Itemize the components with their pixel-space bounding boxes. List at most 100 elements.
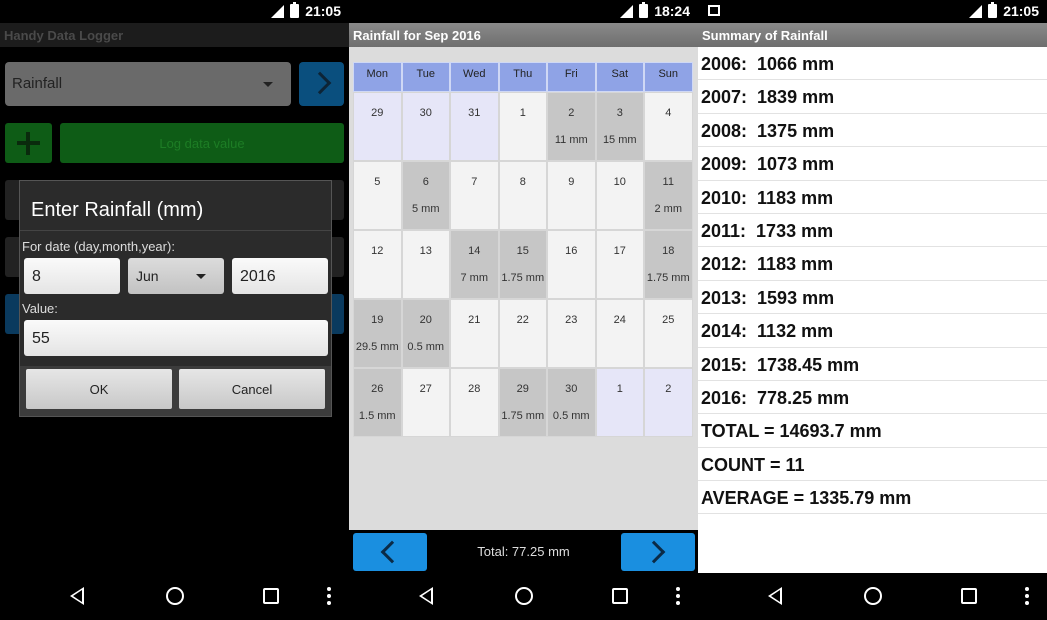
status-time: 21:05 [1003, 3, 1039, 19]
summary-row: 2009: 1073 mm [698, 147, 1047, 181]
image-notification-icon [708, 5, 720, 16]
signal-icon [271, 4, 285, 18]
calendar-day[interactable]: 3 15 mm [595, 92, 644, 161]
back-icon[interactable] [768, 587, 782, 605]
day-number: 12 [371, 245, 384, 257]
calendar-day[interactable]: 23 [547, 299, 596, 368]
calendar-day[interactable]: 25 [644, 299, 693, 368]
day-number: 15 [516, 245, 529, 257]
home-icon[interactable] [864, 587, 882, 605]
calendar-day[interactable]: 10 [595, 161, 644, 230]
month-dropdown[interactable]: Jun [128, 258, 224, 294]
calendar-day[interactable]: 31 [450, 92, 499, 161]
calendar-day[interactable]: 2 [644, 368, 693, 437]
calendar-day[interactable]: 29 [353, 92, 402, 161]
day-number: 7 [471, 176, 478, 188]
home-icon[interactable] [515, 587, 533, 605]
screen-summary: 21:05 Summary of Rainfall 2006: 1066 mm 2… [698, 0, 1047, 620]
calendar-day[interactable]: 30 [401, 92, 450, 161]
calendar-day[interactable]: 1 [498, 92, 547, 161]
calendar-day[interactable]: 29 1.75 mm [498, 368, 547, 437]
day-rainfall: 15 mm [602, 134, 637, 146]
cancel-button[interactable]: Cancel [179, 369, 325, 409]
calendar-day[interactable]: 9 [547, 161, 596, 230]
calendar-day[interactable]: 14 7 mm [450, 230, 499, 299]
calendar-day[interactable]: 30 0.5 mm [547, 368, 596, 437]
next-month-button[interactable] [621, 533, 695, 571]
calendar-day[interactable]: 1 [595, 368, 644, 437]
calendar-day[interactable]: 8 [498, 161, 547, 230]
app-title: Handy Data Logger [0, 23, 349, 47]
status-time: 21:05 [305, 3, 341, 19]
calendar-week: 19 29.5 mm 20 0.5 mm 21 22 23 24 25 [353, 299, 693, 368]
calendar-day[interactable]: 22 [498, 299, 547, 368]
calendar-day[interactable]: 19 29.5 mm [353, 299, 402, 368]
summary-row: COUNT = 11 [698, 448, 1047, 482]
calendar-day[interactable]: 13 [401, 230, 450, 299]
calendar-day[interactable]: 21 [450, 299, 499, 368]
calendar-day[interactable]: 27 [401, 368, 450, 437]
day-rainfall: 29.5 mm [355, 341, 399, 353]
day-number: 10 [613, 176, 626, 188]
summary-row: AVERAGE = 1335.79 mm [698, 481, 1047, 515]
day-number: 3 [616, 107, 623, 119]
day-number: 21 [468, 314, 481, 326]
ok-button[interactable]: OK [26, 369, 172, 409]
weekday-label: Mon [353, 62, 402, 92]
status-time: 18:24 [654, 3, 690, 19]
summary-title: Summary of Rainfall [698, 23, 1047, 47]
calendar-day[interactable]: 16 [547, 230, 596, 299]
overflow-menu-icon[interactable] [327, 587, 331, 607]
day-field[interactable]: 8 [24, 258, 120, 294]
day-number: 11 [662, 176, 674, 188]
day-number: 4 [665, 107, 672, 119]
value-field[interactable]: 55 [24, 320, 328, 356]
day-number: 30 [565, 383, 578, 395]
day-number: 2 [568, 107, 575, 119]
calendar-day[interactable]: 6 5 mm [401, 161, 450, 230]
calendar-day[interactable]: 7 [450, 161, 499, 230]
recent-apps-icon[interactable] [612, 588, 628, 604]
category-spinner-value: Rainfall [12, 75, 63, 92]
calendar-day[interactable]: 26 1.5 mm [353, 368, 402, 437]
calendar-day[interactable]: 4 [644, 92, 693, 161]
day-rainfall: 11 mm [554, 134, 588, 146]
battery-icon [290, 2, 300, 18]
calendar-day[interactable]: 20 0.5 mm [401, 299, 450, 368]
log-data-button[interactable]: Log data value [60, 123, 344, 163]
day-rainfall: 1.5 mm [358, 410, 396, 422]
calendar-day[interactable]: 28 [450, 368, 499, 437]
day-number: 24 [613, 314, 626, 326]
calendar-day[interactable]: 5 [353, 161, 402, 230]
day-number: 26 [371, 383, 384, 395]
month-value: Jun [136, 268, 159, 284]
year-field[interactable]: 2016 [232, 258, 328, 294]
calendar-day[interactable]: 18 1.75 mm [644, 230, 693, 299]
overflow-menu-icon[interactable] [1025, 587, 1029, 607]
recent-apps-icon[interactable] [263, 588, 279, 604]
chevron-right-icon [642, 540, 666, 564]
next-button[interactable] [299, 62, 344, 106]
calendar-day[interactable]: 15 1.75 mm [498, 230, 547, 299]
home-icon[interactable] [166, 587, 184, 605]
summary-row: 2012: 1183 mm [698, 247, 1047, 281]
calendar-day[interactable]: 11 2 mm [644, 161, 693, 230]
weekday-label: Tue [401, 62, 450, 92]
calendar-day[interactable]: 24 [595, 299, 644, 368]
calendar-day[interactable]: 2 11 mm [547, 92, 596, 161]
day-rainfall: 1.75 mm [501, 272, 545, 284]
day-rainfall: 7 mm [460, 272, 489, 284]
recent-apps-icon[interactable] [961, 588, 977, 604]
status-bar: 21:05 [0, 0, 349, 23]
calendar-day[interactable]: 12 [353, 230, 402, 299]
weekday-label: Sun [644, 62, 693, 92]
summary-row: 2010: 1183 mm [698, 181, 1047, 214]
day-number: 14 [468, 245, 481, 257]
overflow-menu-icon[interactable] [676, 587, 680, 607]
back-icon[interactable] [70, 587, 84, 605]
add-button[interactable] [5, 123, 52, 163]
category-spinner[interactable]: Rainfall [5, 62, 291, 106]
day-number: 1 [616, 383, 623, 395]
calendar-day[interactable]: 17 [595, 230, 644, 299]
back-icon[interactable] [419, 587, 433, 605]
